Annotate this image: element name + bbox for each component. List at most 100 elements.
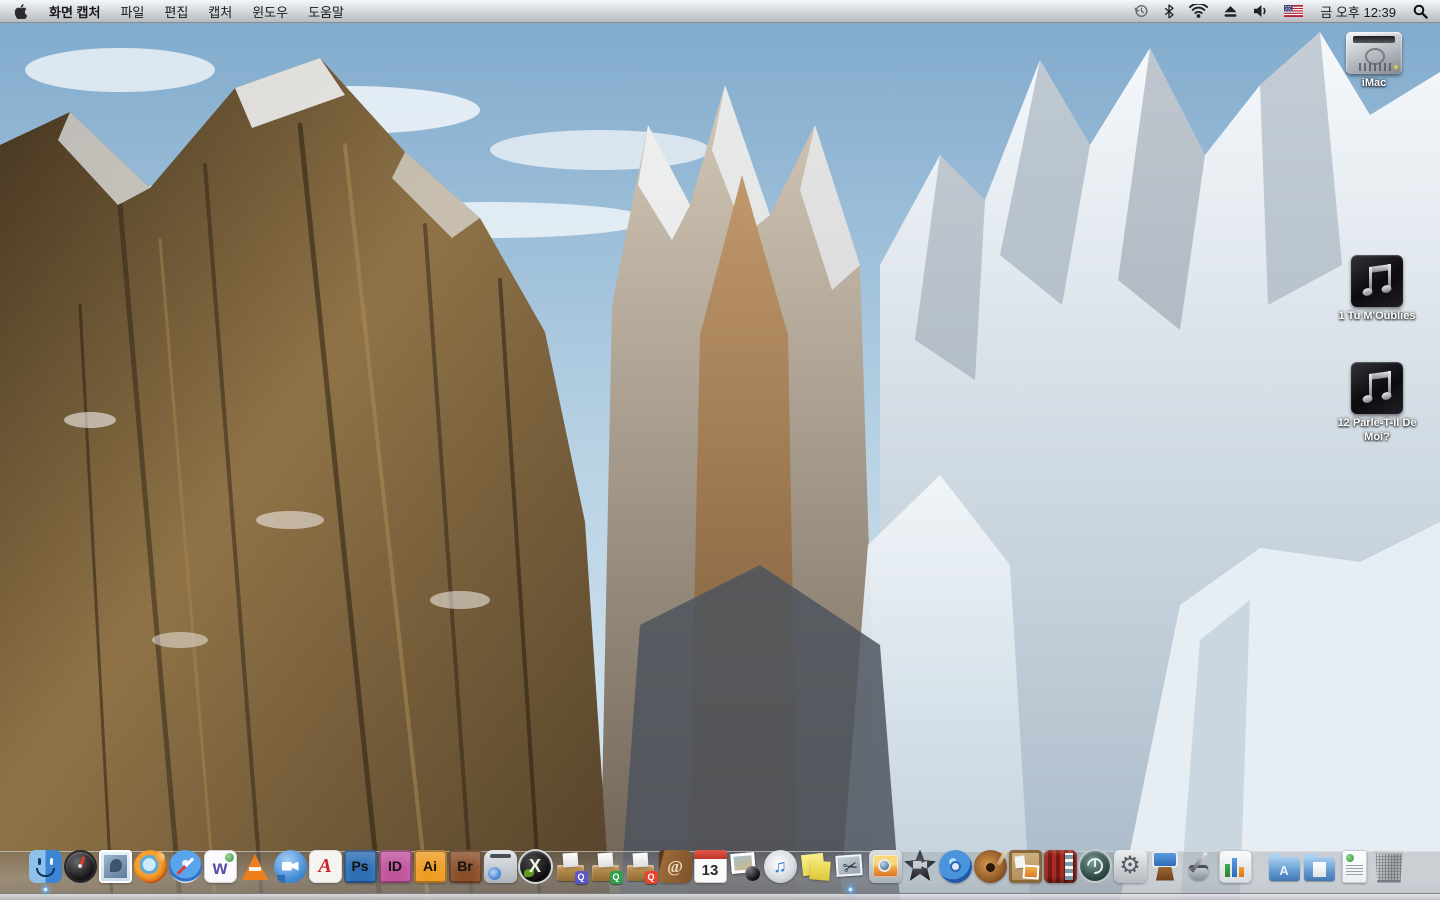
dock-item-stickies[interactable] <box>798 848 832 885</box>
dock-item-dashboard[interactable] <box>63 848 97 885</box>
dock-item-documents-folder[interactable] <box>1302 848 1336 885</box>
eject-icon[interactable] <box>1223 5 1238 18</box>
dock-item-installer-q-green[interactable]: Q <box>588 848 622 885</box>
app-icon <box>1080 851 1110 881</box>
hard-drive-icon <box>1346 32 1402 74</box>
time-machine-icon[interactable] <box>1133 3 1149 19</box>
dock-item-system-preferences[interactable]: ⚙ <box>1113 848 1147 885</box>
dock-item-photo-booth[interactable] <box>1043 848 1077 885</box>
app-icon <box>939 850 972 883</box>
menu-window[interactable]: 윈도우 <box>242 0 298 22</box>
music-note-icon <box>1351 255 1403 307</box>
dock-item-imovie[interactable] <box>903 848 937 885</box>
app-icon <box>239 850 272 883</box>
dock-item-numbers[interactable] <box>1218 848 1252 885</box>
bluetooth-icon[interactable] <box>1164 4 1174 19</box>
app-icon <box>1184 850 1217 883</box>
badge: Q <box>645 871 658 884</box>
dock-item-toast[interactable] <box>483 848 517 885</box>
menu-help[interactable]: 도움말 <box>298 0 354 22</box>
menu-bar-status-area: 금 오후 12:39 <box>1133 2 1432 21</box>
dock-item-image-capture[interactable] <box>728 848 762 885</box>
dock-item-ichat[interactable] <box>273 848 307 885</box>
apple-menu[interactable] <box>8 4 39 19</box>
keyboard-layout-us-flag-icon[interactable] <box>1284 5 1303 17</box>
badge: Q <box>575 871 588 884</box>
volume-icon[interactable] <box>1253 4 1269 18</box>
app-icon: w <box>204 850 237 883</box>
app-icon: X <box>520 851 551 882</box>
dock-item-webhard[interactable]: w <box>203 848 237 885</box>
running-indicator <box>43 887 48 892</box>
dock-item-grab[interactable]: ✂ <box>833 848 867 885</box>
music-note-icon <box>1351 362 1403 414</box>
dock-items: w A Ps ID Ai Br X Q Q Q @ 13 <box>28 848 1406 885</box>
spotlight-icon[interactable] <box>1413 4 1428 19</box>
app-icon: Q <box>624 850 657 883</box>
desktop-icon-imac-drive[interactable]: iMac <box>1338 32 1410 91</box>
menu-bar-clock[interactable]: 금 오후 12:39 <box>1318 2 1398 21</box>
dock-item-document-file[interactable] <box>1337 848 1371 885</box>
dock-item-finder[interactable] <box>28 848 62 885</box>
app-icon <box>1149 850 1182 883</box>
dock-item-time-machine[interactable] <box>1078 848 1112 885</box>
desktop-icon-label: 1 Tu M'Oublies <box>1317 310 1437 324</box>
desktop-icon-label: iMac <box>1338 77 1410 91</box>
dock-item-firefox[interactable] <box>133 848 167 885</box>
app-icon <box>1342 850 1367 883</box>
app-icon: ID <box>379 850 412 883</box>
app-icon <box>1373 850 1406 883</box>
dock-item-acrobat[interactable]: A <box>308 848 342 885</box>
dock-item-photoshop[interactable]: Ps <box>343 848 377 885</box>
dock-item-ical[interactable]: 13 <box>693 848 727 885</box>
dock-item-safari[interactable] <box>168 848 202 885</box>
app-icon <box>1009 850 1042 883</box>
apple-logo-icon <box>14 4 27 19</box>
dock-item-iphoto[interactable] <box>868 848 902 885</box>
menu-edit[interactable]: 편집 <box>154 0 198 22</box>
dock-item-applications-folder[interactable]: A <box>1267 848 1301 885</box>
menu-app-name[interactable]: 화면 캡처 <box>39 0 110 22</box>
dock-item-bridge[interactable]: Br <box>448 848 482 885</box>
dock-item-address-book[interactable]: @ <box>658 848 692 885</box>
dock-item-quarkxpress[interactable]: X <box>518 848 552 885</box>
desktop: 화면 캡처 파일 편집 캡처 윈도우 도움말 금 오후 12 <box>0 0 1440 900</box>
dock-item-indesign[interactable]: ID <box>378 848 412 885</box>
dock-item-pages[interactable] <box>1183 848 1217 885</box>
app-icon <box>799 850 832 883</box>
app-icon: 13 <box>694 850 727 883</box>
app-icon: ✂ <box>834 850 867 883</box>
dock-item-keynote[interactable] <box>1148 848 1182 885</box>
app-icon: Q <box>589 850 622 883</box>
app-icon: Ai <box>414 850 447 883</box>
app-icon <box>1044 850 1077 883</box>
desktop-icon-music-file-1[interactable]: 1 Tu M'Oublies <box>1317 255 1437 324</box>
dock-item-vlc[interactable] <box>238 848 272 885</box>
app-icon <box>169 850 202 883</box>
dock-item-trash[interactable] <box>1372 848 1406 885</box>
dock-item-itunes[interactable]: ♫ <box>763 848 797 885</box>
app-icon: A <box>1268 850 1301 883</box>
app-icon: Q <box>554 850 587 883</box>
dock-item-iweb[interactable] <box>1008 848 1042 885</box>
desktop-icon-label: 12 Parle-T-Il De Moi? <box>1329 417 1425 445</box>
app-icon <box>99 850 132 883</box>
app-icon <box>729 850 762 883</box>
desktop-icon-music-file-2[interactable]: 12 Parle-T-Il De Moi? <box>1317 362 1437 445</box>
app-icon: Br <box>449 850 482 883</box>
app-icon <box>1219 850 1252 883</box>
dock-item-installer-q-blue[interactable]: Q <box>553 848 587 885</box>
app-icon: Ps <box>344 850 377 883</box>
menu-file[interactable]: 파일 <box>110 0 154 22</box>
wifi-icon[interactable] <box>1189 4 1208 18</box>
app-icon: @ <box>659 850 692 883</box>
dock-item-idvd[interactable] <box>938 848 972 885</box>
running-indicator <box>848 887 853 892</box>
dock-item-garageband[interactable] <box>973 848 1007 885</box>
dock-item-installer-q-red[interactable]: Q <box>623 848 657 885</box>
menu-capture[interactable]: 캡처 <box>198 0 242 22</box>
app-icon <box>134 850 167 883</box>
app-icon <box>274 850 307 883</box>
dock-item-mail[interactable] <box>98 848 132 885</box>
dock-item-illustrator[interactable]: Ai <box>413 848 447 885</box>
